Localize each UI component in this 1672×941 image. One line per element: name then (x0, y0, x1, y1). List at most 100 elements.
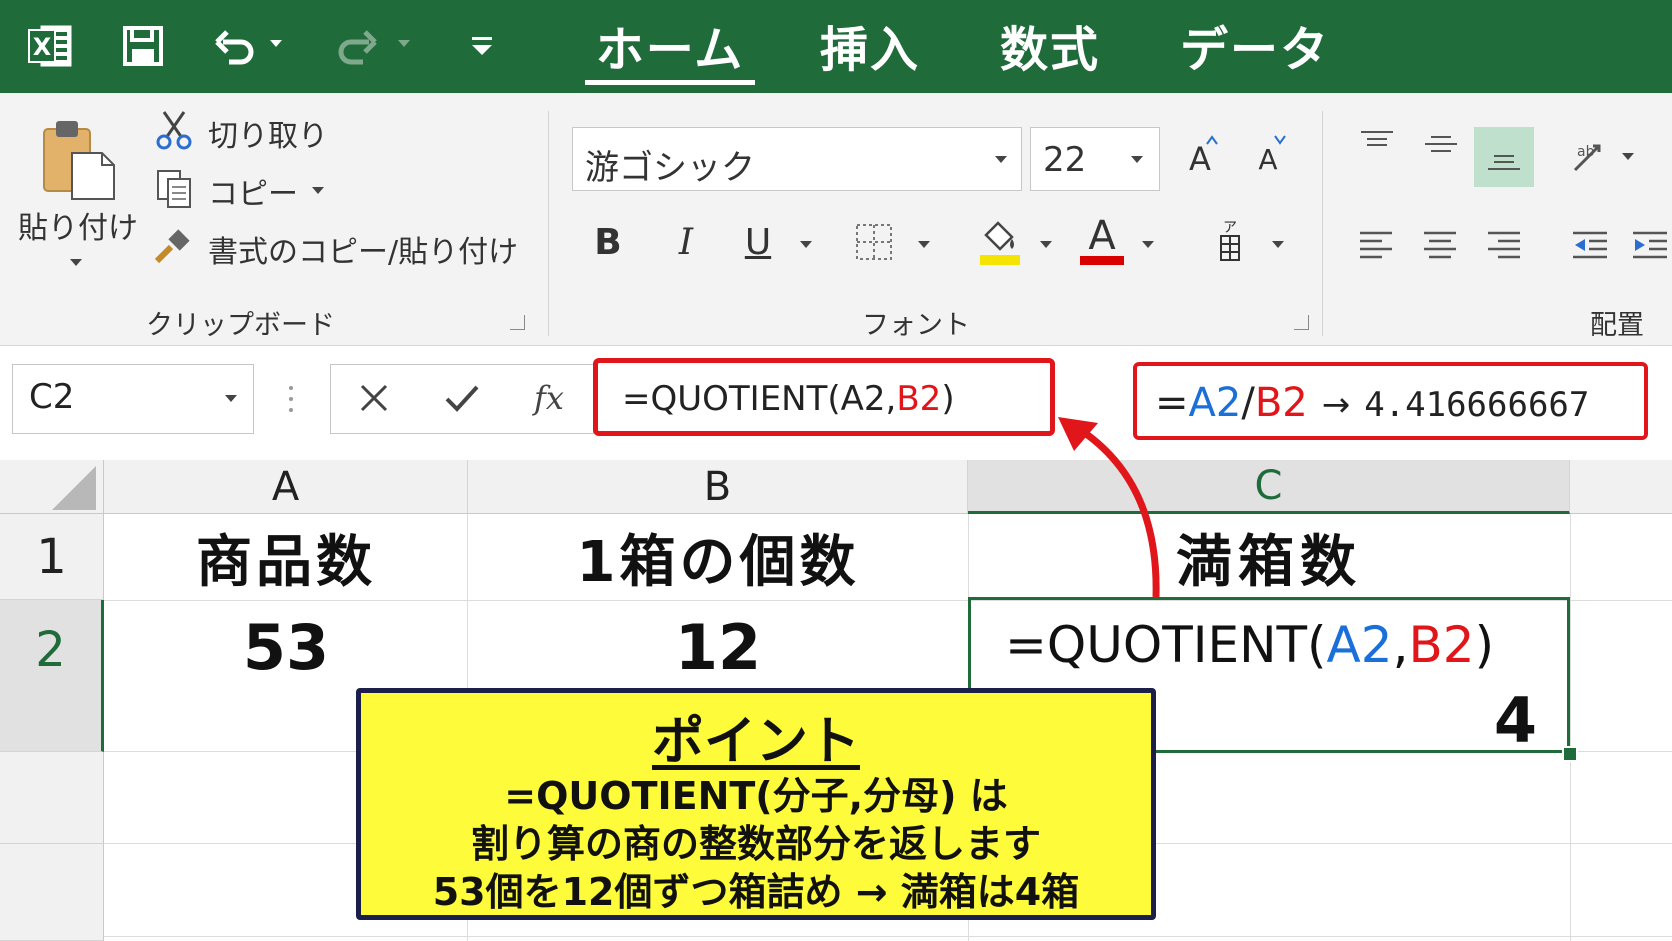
scissors-icon[interactable] (154, 108, 194, 152)
column-header-b[interactable]: B (468, 460, 968, 514)
align-top-icon[interactable] (1352, 117, 1402, 171)
gridline (1570, 460, 1571, 941)
active-tab-indicator (585, 80, 755, 85)
compare-arrow: → (1321, 385, 1351, 425)
name-box[interactable]: C2 (12, 364, 254, 434)
redo-icon[interactable] (332, 18, 382, 74)
fill-color-dropdown-icon[interactable] (1040, 241, 1052, 248)
copy-label[interactable]: コピー (208, 169, 298, 213)
italic-button[interactable]: I (664, 217, 708, 267)
borders-icon[interactable] (852, 217, 896, 267)
text-orientation-icon[interactable]: ab (1564, 129, 1614, 183)
tab-data[interactable]: データ (1175, 10, 1335, 80)
chevron-down-icon (995, 156, 1007, 163)
font-color-icon[interactable]: A (1078, 213, 1126, 269)
clipboard-dialog-launcher-icon[interactable] (510, 315, 525, 330)
formula-input[interactable]: =QUOTIENT(A2,B2) (593, 358, 1055, 436)
increase-indent-icon[interactable] (1628, 221, 1672, 271)
align-right-icon[interactable] (1478, 221, 1530, 271)
chevron-down-icon (225, 395, 237, 402)
font-dialog-launcher-icon[interactable] (1294, 315, 1309, 330)
formula-prefix: =QUOTIENT(A2, (622, 379, 897, 419)
shrink-font-letter: A (1258, 142, 1278, 176)
customize-toolbar-icon[interactable] (462, 18, 502, 74)
cancel-entry-icon[interactable] (351, 375, 397, 421)
c2-formula-prefix: =QUOTIENT( (1005, 616, 1327, 674)
phonetic-guide-icon[interactable]: ア (1208, 213, 1252, 269)
formula-ref-b2: B2 (896, 379, 942, 419)
cut-label[interactable]: 切り取り (208, 111, 328, 155)
fill-color-icon[interactable] (976, 213, 1024, 269)
cell-a2[interactable]: 53 (104, 604, 468, 690)
point-line-3: 53個を12個ずつ箱詰め → 満箱は4箱 (432, 870, 1080, 914)
row-header-3[interactable] (0, 752, 104, 844)
point-line-1: =QUOTIENT(分子,分母) は (504, 774, 1008, 818)
format-painter-icon[interactable] (152, 225, 194, 269)
comparison-text: =A2/B2 → 4.416666667 (1155, 380, 1589, 426)
svg-text:X: X (33, 33, 52, 61)
insert-function-button[interactable]: fx (523, 373, 575, 423)
point-line-2: 割り算の商の整数部分を返します (470, 822, 1041, 866)
tab-insert[interactable]: 挿入 (810, 10, 930, 80)
font-name-dropdown[interactable]: 游ゴシック (572, 127, 1022, 191)
paste-dropdown-icon[interactable] (70, 259, 82, 266)
redo-dropdown-icon[interactable] (398, 40, 410, 47)
row-header-2[interactable]: 2 (0, 600, 104, 752)
underline-button[interactable]: U (736, 217, 780, 267)
undo-dropdown-icon[interactable] (270, 40, 282, 47)
ribbon-separator (548, 111, 549, 336)
cell-c2-formula: =QUOTIENT(A2,B2) (1005, 616, 1494, 674)
compare-ref-b2: B2 (1254, 380, 1308, 426)
alignment-group-label: 配置 (1590, 310, 1644, 341)
select-all-corner[interactable] (0, 460, 104, 514)
compare-slash: / (1241, 380, 1255, 426)
align-bottom-icon[interactable] (1474, 127, 1534, 187)
ribbon: 貼り付け 切り取り コピー 書式のコピー/貼り付け クリップボード 游ゴシック … (0, 93, 1672, 346)
tab-formulas[interactable]: 数式 (990, 10, 1110, 80)
formula-text: =QUOTIENT(A2,B2) (622, 379, 955, 419)
font-size-dropdown[interactable]: 22 (1030, 127, 1160, 191)
copy-icon[interactable] (154, 167, 194, 211)
font-name-value: 游ゴシック (585, 148, 755, 188)
chevron-down-icon (1131, 156, 1143, 163)
confirm-entry-icon[interactable] (439, 375, 485, 421)
point-callout: ポイント =QUOTIENT(分子,分母) は 割り算の商の整数部分を返します … (356, 688, 1156, 920)
undo-icon[interactable] (210, 18, 260, 74)
bold-button[interactable]: B (586, 217, 630, 267)
paste-label[interactable]: 貼り付け (18, 203, 138, 247)
text-orientation-dropdown-icon[interactable] (1622, 153, 1634, 160)
c2-comma: , (1392, 616, 1409, 674)
font-group-label: フォント (862, 310, 970, 341)
borders-dropdown-icon[interactable] (918, 241, 930, 248)
phonetic-dropdown-icon[interactable] (1272, 241, 1284, 248)
align-left-icon[interactable] (1350, 221, 1402, 271)
column-header-a[interactable]: A (104, 460, 468, 514)
column-header-d[interactable] (1570, 460, 1672, 514)
clipboard-group-label: クリップボード (146, 310, 335, 341)
grow-font-letter: A (1189, 140, 1211, 178)
shrink-font-icon[interactable]: A (1248, 131, 1288, 187)
formula-bar-grip-icon[interactable] (289, 384, 293, 414)
tab-home[interactable]: ホーム (585, 10, 755, 80)
font-color-dropdown-icon[interactable] (1142, 241, 1154, 248)
decrease-indent-icon[interactable] (1564, 221, 1616, 271)
point-title: ポイント (651, 712, 860, 772)
name-box-value: C2 (29, 377, 75, 417)
format-painter-label[interactable]: 書式のコピー/貼り付け (208, 227, 518, 271)
svg-text:ab: ab (1577, 144, 1595, 160)
save-icon[interactable] (116, 18, 170, 74)
c2-ref-a2: A2 (1326, 616, 1393, 674)
row-header-2-label: 2 (35, 622, 66, 678)
row-header-4[interactable] (0, 844, 104, 941)
cell-b2[interactable]: 12 (468, 604, 968, 690)
paste-icon[interactable] (38, 115, 118, 205)
cell-b1[interactable]: 1箱の個数 (468, 514, 968, 600)
align-center-icon[interactable] (1414, 221, 1466, 271)
grow-font-icon[interactable]: A (1180, 131, 1220, 187)
cell-a1[interactable]: 商品数 (104, 514, 468, 600)
copy-dropdown-icon[interactable] (312, 187, 324, 194)
fill-handle[interactable] (1562, 746, 1578, 762)
align-middle-icon[interactable] (1416, 117, 1466, 171)
row-header-1[interactable]: 1 (0, 514, 104, 600)
underline-dropdown-icon[interactable] (800, 241, 812, 248)
